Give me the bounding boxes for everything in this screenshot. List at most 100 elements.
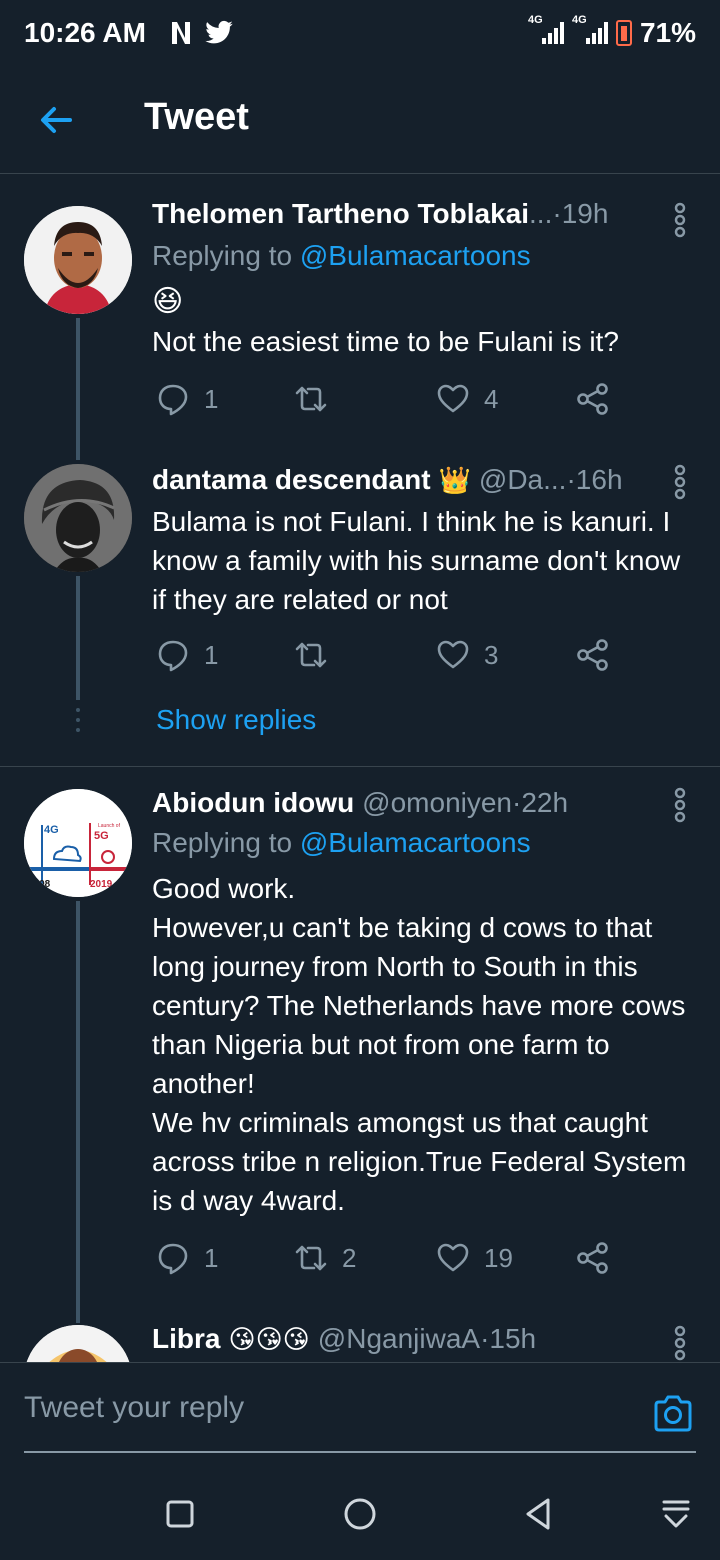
- home-icon[interactable]: [340, 1494, 380, 1534]
- thread-line: [76, 318, 80, 442]
- like-button[interactable]: 4: [436, 382, 498, 416]
- notification-dropdown-icon[interactable]: [656, 1494, 696, 1534]
- more-options-icon[interactable]: [670, 464, 690, 500]
- reply-input[interactable]: Tweet your reply: [24, 1391, 584, 1425]
- tweet-header: dantama descendant 👑 @Da... · 16h: [152, 464, 623, 496]
- tweet-text: Good work. However,u can't be taking d c…: [152, 869, 694, 1220]
- author-handle: @omoniyen: [362, 787, 513, 818]
- author-name[interactable]: Libra: [152, 1323, 220, 1355]
- tweet-text-line: However,u can't be taking d cows to that…: [152, 912, 686, 1099]
- reply-icon: [158, 1243, 188, 1275]
- avatar[interactable]: [24, 1325, 132, 1362]
- tweet-text: Not the easiest time to be Fulani is it?: [152, 326, 619, 357]
- reply-button[interactable]: 1: [156, 382, 218, 416]
- tweet-actions: 1 3: [152, 638, 622, 678]
- reply-icon: [158, 384, 188, 416]
- retweet-icon: [295, 386, 327, 412]
- reply-icon: [158, 640, 188, 672]
- tweet-abiodun[interactable]: 4G Launch of 5G 2008 2019 Abiodun idowu …: [0, 767, 720, 1323]
- tweet-time: 22h: [521, 787, 569, 818]
- more-options-icon[interactable]: [670, 202, 690, 238]
- heart-icon: [437, 1243, 469, 1272]
- share-button[interactable]: [576, 638, 610, 672]
- more-options-icon[interactable]: [670, 787, 690, 823]
- reply-composer: Tweet your reply: [0, 1362, 720, 1470]
- back-arrow-icon[interactable]: [36, 100, 76, 140]
- like-button[interactable]: 19: [436, 1241, 513, 1275]
- reply-input-underline: [24, 1451, 696, 1453]
- tweet-header: Libra 😘😘😘 @NganjiwaA · 15h: [152, 1323, 537, 1355]
- retweet-icon: [295, 1245, 327, 1271]
- avatar[interactable]: [24, 206, 132, 314]
- back-icon[interactable]: [518, 1494, 558, 1534]
- tweet-dantama[interactable]: dantama descendant 👑 @Da... · 16h Bulama…: [0, 442, 720, 766]
- heart-icon: [437, 640, 469, 669]
- netflix-icon: [171, 22, 190, 44]
- tweet-libra[interactable]: Libra 😘😘😘 @NganjiwaA · 15h: [0, 1323, 720, 1362]
- replying-to: Replying to @Bulamacartoons: [152, 240, 531, 271]
- notification-icons: [168, 20, 234, 46]
- camera-icon[interactable]: [652, 1393, 694, 1435]
- reply-button[interactable]: 1: [156, 638, 218, 672]
- tweet-actions: 1 2 19: [152, 1241, 622, 1281]
- retweet-icon: [295, 642, 327, 668]
- mention-link[interactable]: @Bulamacartoons: [300, 240, 531, 271]
- thread-line: [76, 576, 80, 700]
- show-replies-link[interactable]: Show replies: [156, 704, 316, 736]
- reply-button[interactable]: 1: [156, 1241, 218, 1275]
- svg-text:2019: 2019: [90, 879, 113, 890]
- replying-to: Replying to @Bulamacartoons: [152, 827, 531, 858]
- page-title: Tweet: [144, 96, 249, 138]
- author-handle: @NganjiwaA: [317, 1323, 481, 1354]
- tweet-emoji: 😆: [152, 285, 184, 318]
- thread-continuation-dots: [76, 708, 80, 738]
- tweet-text: Bulama is not Fulani. I think he is kanu…: [152, 506, 681, 615]
- svg-text:4G: 4G: [44, 824, 59, 836]
- avatar[interactable]: [24, 464, 132, 572]
- page-header: Tweet: [0, 66, 720, 174]
- status-indicators: 4G 4G 71%: [528, 14, 696, 49]
- signal-icon: 4G: [528, 14, 564, 44]
- author-name[interactable]: dantama descendant: [152, 464, 431, 496]
- tweet-header: Thelomen Tartheno Toblakai ... · 19h: [152, 198, 609, 230]
- battery-icon: [615, 20, 632, 46]
- thread-line: [76, 442, 80, 460]
- thread-line: [76, 901, 80, 1323]
- kiss-emojis: 😘😘😘: [228, 1323, 310, 1354]
- heart-icon: [437, 384, 469, 413]
- author-name[interactable]: Abiodun idowu: [152, 787, 354, 819]
- svg-text:5G: 5G: [94, 830, 109, 842]
- tweet-header: Abiodun idowu @omoniyen · 22h: [152, 787, 569, 819]
- retweet-button[interactable]: 2: [294, 1241, 356, 1275]
- tweet-actions: 1 4: [152, 382, 622, 422]
- status-time: 10:26 AM: [24, 17, 146, 48]
- author-name-ellipsis: ...: [529, 198, 553, 229]
- more-options-icon[interactable]: [670, 1325, 690, 1361]
- retweet-button[interactable]: [294, 638, 342, 672]
- twitter-icon: [205, 20, 233, 44]
- tweet-time: 15h: [489, 1323, 537, 1354]
- retweet-button[interactable]: [294, 382, 342, 416]
- signal-icon-2: 4G: [572, 14, 608, 44]
- status-bar: 10:26 AM 4G 4G 71%: [0, 0, 720, 66]
- tweet-text-line: Good work.: [152, 873, 296, 904]
- avatar[interactable]: 4G Launch of 5G 2008 2019: [24, 789, 132, 897]
- share-icon: [577, 383, 608, 415]
- share-icon: [577, 1242, 608, 1274]
- tweet-text-line: We hv criminals amongst us that caught a…: [152, 1107, 687, 1216]
- author-name[interactable]: Thelomen Tartheno Toblakai: [152, 198, 529, 230]
- author-handle: @Da...: [478, 464, 567, 495]
- tweet-time: 19h: [561, 198, 609, 229]
- share-button[interactable]: [576, 382, 610, 416]
- like-button[interactable]: 3: [436, 638, 498, 672]
- system-nav-bar: [0, 1470, 720, 1560]
- crown-emoji: 👑: [438, 464, 471, 495]
- share-icon: [577, 639, 608, 671]
- share-button[interactable]: [576, 1241, 610, 1275]
- svg-text:Launch of: Launch of: [98, 823, 121, 829]
- tweet-time: 16h: [575, 464, 623, 495]
- mention-link[interactable]: @Bulamacartoons: [300, 827, 531, 858]
- battery-percent: 71%: [639, 17, 696, 48]
- tweet-thelomen[interactable]: Thelomen Tartheno Toblakai ... · 19h Rep…: [0, 182, 720, 442]
- recents-icon[interactable]: [160, 1494, 200, 1534]
